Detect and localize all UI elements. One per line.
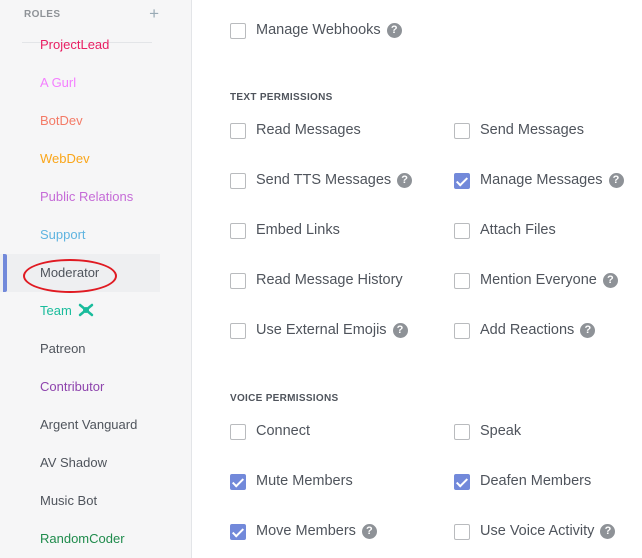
voice-permissions-title: VOICE PERMISSIONS <box>230 393 339 404</box>
role-item-public-relations[interactable]: Public Relations <box>0 182 160 212</box>
role-item-argent-vanguard[interactable]: Argent Vanguard <box>0 410 160 440</box>
help-icon[interactable]: ? <box>608 173 624 188</box>
help-icon[interactable]: ? <box>386 23 402 38</box>
checkbox[interactable] <box>454 273 470 289</box>
role-name: Patreon <box>40 341 86 356</box>
permission-label: Move Members? <box>256 523 377 539</box>
permission-label: Embed Links <box>256 222 340 238</box>
role-name: Music Bot <box>40 493 98 508</box>
highlight-circle <box>23 259 117 293</box>
role-item-botdev[interactable]: BotDev <box>0 106 160 136</box>
permission-label: Speak <box>480 423 522 439</box>
help-icon[interactable]: ? <box>392 323 408 338</box>
text-permissions-title: TEXT PERMISSIONS <box>230 92 333 103</box>
role-item-music-bot[interactable]: Music Bot <box>0 486 160 516</box>
permission-label: Use Voice Activity? <box>480 523 616 539</box>
role-name: ProjectLead <box>40 37 110 52</box>
roles-sidebar: ROLES + ProjectLead A Gurl BotDev WebDev… <box>0 0 192 558</box>
roles-header: ROLES + <box>24 4 159 25</box>
roles-title: ROLES <box>24 9 61 20</box>
checkbox[interactable] <box>230 323 246 339</box>
permission-label: Read Message History <box>256 272 403 288</box>
role-item-contributor[interactable]: Contributor <box>0 372 160 402</box>
help-icon[interactable]: ? <box>397 173 413 188</box>
checkbox[interactable] <box>230 223 246 239</box>
checkbox-checked[interactable] <box>454 173 470 189</box>
role-item-av-shadow[interactable]: AV Shadow <box>0 448 160 478</box>
help-icon[interactable]: ? <box>580 323 596 338</box>
permission-label: Deafen Members <box>480 473 592 489</box>
permission-label: Send Messages <box>480 122 584 138</box>
role-name: Support <box>40 227 86 242</box>
help-icon[interactable]: ? <box>600 524 616 539</box>
permission-label: Manage Messages? <box>480 172 624 188</box>
role-name: Argent Vanguard <box>40 417 138 432</box>
permission-label: Add Reactions? <box>480 322 596 338</box>
role-name: Team <box>40 303 94 320</box>
role-name: Public Relations <box>40 189 134 204</box>
checkbox[interactable] <box>454 524 470 540</box>
checkbox[interactable] <box>454 424 470 440</box>
checkbox[interactable] <box>230 173 246 189</box>
checkbox-checked[interactable] <box>230 474 246 490</box>
permission-label: Connect <box>256 423 311 439</box>
permission-label: Use External Emojis? <box>256 322 408 338</box>
role-item-patreon[interactable]: Patreon <box>0 334 160 364</box>
help-icon[interactable]: ? <box>602 273 618 288</box>
permission-label: Mute Members <box>256 473 353 489</box>
role-name: Contributor <box>40 379 105 394</box>
permissions-panel: Manage Webhooks? TEXT PERMISSIONS Read M… <box>193 0 642 558</box>
checkbox[interactable] <box>230 23 246 39</box>
checkbox[interactable] <box>454 123 470 139</box>
role-item-webdev[interactable]: WebDev <box>0 144 160 174</box>
checkbox[interactable] <box>454 323 470 339</box>
checkbox[interactable] <box>230 273 246 289</box>
role-name: A Gurl <box>40 75 77 90</box>
add-role-button[interactable]: + <box>149 4 159 24</box>
selected-indicator <box>3 254 7 292</box>
checkbox[interactable] <box>230 123 246 139</box>
checkbox[interactable] <box>454 223 470 239</box>
role-name: WebDev <box>40 151 90 166</box>
checkbox-checked[interactable] <box>230 524 246 540</box>
checkbox-checked[interactable] <box>454 474 470 490</box>
role-item-randomcoder[interactable]: RandomCoder <box>0 524 160 554</box>
bot-badge-icon <box>78 303 94 320</box>
role-item-a-gurl[interactable]: A Gurl <box>0 68 160 98</box>
role-name: RandomCoder <box>40 531 125 546</box>
role-name: BotDev <box>40 113 83 128</box>
role-name: AV Shadow <box>40 455 107 470</box>
help-icon[interactable]: ? <box>361 524 377 539</box>
permission-label: Send TTS Messages? <box>256 172 413 188</box>
permission-label: Manage Webhooks? <box>256 22 402 38</box>
permission-label: Attach Files <box>480 222 556 238</box>
role-item-team[interactable]: Team <box>0 296 160 326</box>
checkbox[interactable] <box>230 424 246 440</box>
role-item-projectlead[interactable]: ProjectLead <box>0 30 160 60</box>
role-item-support[interactable]: Support <box>0 220 160 250</box>
permission-label: Mention Everyone? <box>480 272 618 288</box>
permission-label: Read Messages <box>256 122 361 138</box>
